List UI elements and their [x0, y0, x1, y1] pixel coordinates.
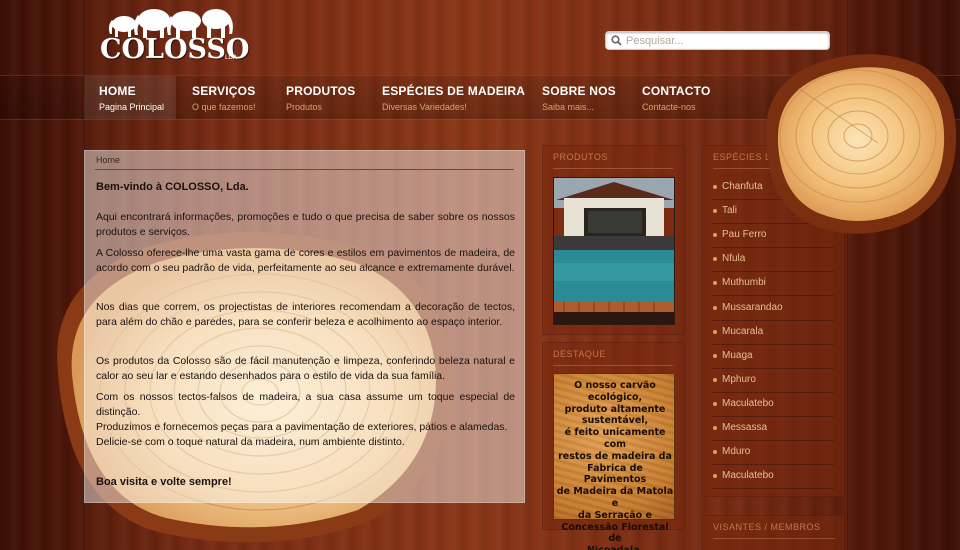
paragraph: Aqui encontrará informações, promoções e… — [96, 211, 515, 238]
species-label: Chanfuta — [722, 181, 763, 192]
species-list-item[interactable]: Mduro — [712, 441, 834, 466]
bullet-icon — [713, 474, 717, 479]
nav-subtitle: Saiba mais... — [542, 102, 595, 112]
bullet-icon — [713, 329, 717, 334]
bullet-icon — [713, 450, 717, 455]
search-icon — [611, 35, 622, 46]
species-label: Mussarandao — [722, 301, 783, 313]
paragraph: Produzimos e fornecemos peças para a pav… — [96, 421, 508, 433]
nav-subtitle: Contacte-nos — [642, 102, 696, 112]
species-label: Muaga — [722, 349, 753, 361]
species-list-item[interactable]: Muaga — [712, 345, 834, 369]
paragraph: Delicie-se com o toque natural da madeir… — [96, 436, 405, 448]
nav-item-contacto[interactable]: CONTACTO Contacte-nos — [628, 76, 720, 119]
paragraph: Com os nossos tectos-falsos de madeira, … — [96, 391, 515, 418]
highlight-banner[interactable]: O nosso carvão ecológico, produto altame… — [553, 373, 675, 550]
species-label: Mduro — [722, 446, 751, 458]
nav-title: PRODUTOS — [286, 84, 356, 98]
bullet-icon — [713, 281, 717, 286]
species-list-item[interactable]: Messassa — [712, 417, 834, 441]
highlight-text: O nosso carvão ecológico, produto altame… — [556, 380, 674, 550]
nav-subtitle: Diversas Variedades! — [382, 102, 467, 112]
species-list-item[interactable]: Maculatebo — [712, 393, 834, 417]
nav-title: SOBRE NOS — [542, 84, 616, 98]
species-list-item[interactable]: Nfula — [712, 248, 834, 273]
species-label: Mphuro — [722, 373, 756, 385]
nav-item-sobre[interactable]: SOBRE NOS Saiba mais... — [528, 76, 620, 119]
heading-divider — [553, 365, 673, 366]
bullet-icon — [713, 426, 717, 430]
species-label: Maculatebo — [722, 397, 774, 409]
species-label: Tali — [722, 205, 738, 217]
paragraph: Nos dias que correm, os projectistas de … — [96, 301, 515, 328]
visitors-box: VISANTES / MEMBROS — [702, 515, 845, 550]
breadcrumb[interactable]: Home — [96, 155, 120, 165]
pool-house-image — [554, 178, 674, 324]
nav-title: ESPÉCIES DE MADEIRA — [382, 84, 526, 98]
bullet-icon — [713, 257, 717, 262]
bullet-icon — [713, 305, 717, 310]
nav-item-servicos[interactable]: SERVIÇOS O que fazemos! — [178, 76, 270, 119]
species-label: Mucarala — [722, 325, 764, 337]
bullet-icon — [713, 185, 717, 189]
closing-line: Boa visita e volte sempre! — [96, 476, 232, 488]
species-label: Messassa — [722, 422, 768, 433]
bullet-icon — [713, 353, 717, 358]
nav-item-produtos[interactable]: PRODUTOS Produtos — [272, 76, 364, 119]
nav-subtitle: Pagina Principal — [99, 102, 165, 112]
heading-divider — [553, 168, 673, 169]
species-label: Maculatebo — [722, 470, 774, 482]
nav-item-home[interactable]: HOME Pagina Principal — [84, 76, 176, 119]
species-list-item[interactable]: Mussarandao — [712, 297, 834, 321]
bullet-icon — [713, 401, 717, 406]
nav-title: SERVIÇOS — [192, 84, 256, 98]
products-heading: PRODUTOS — [553, 152, 608, 162]
breadcrumb-divider — [95, 169, 514, 170]
product-image[interactable] — [553, 177, 675, 325]
heading-divider — [713, 538, 835, 539]
species-label: Muthumbi — [722, 277, 766, 289]
logo-suffix: LDA — [225, 54, 237, 61]
bullet-icon — [713, 209, 717, 214]
site-logo[interactable]: COLOSSO LDA — [100, 6, 249, 66]
paragraph: A Colosso oferece-lhe uma vasta gama de … — [96, 247, 515, 274]
bullet-icon — [713, 233, 717, 238]
bullet-icon — [713, 377, 717, 382]
welcome-heading: Bem-vindo à COLOSSO, Lda. — [96, 181, 249, 193]
search-input[interactable] — [626, 33, 826, 48]
nav-subtitle: Produtos — [286, 102, 323, 112]
nav-subtitle: O que fazemos! — [192, 102, 256, 112]
main-content-panel: Home Bem-vindo à COLOSSO, Lda. Aqui enco… — [84, 150, 525, 503]
paragraph: Os produtos da Colosso são de fácil manu… — [96, 355, 515, 382]
article-body: Bem-vindo à COLOSSO, Lda. Aqui encontrar… — [96, 180, 515, 490]
wood-slice-small-decoration — [765, 54, 957, 234]
nav-title: CONTACTO — [642, 84, 711, 98]
species-list-item[interactable]: Muthumbi — [712, 272, 834, 297]
species-list-item[interactable]: Maculatebo — [712, 465, 834, 490]
nav-title: HOME — [99, 84, 136, 98]
nav-item-especies[interactable]: ESPÉCIES DE MADEIRA Diversas Variedades! — [368, 76, 525, 119]
species-label: Nfula — [722, 253, 746, 265]
species-list-item[interactable]: Mphuro — [712, 369, 834, 393]
species-list-item[interactable]: Mucarala — [712, 321, 834, 345]
visitors-heading: VISANTES / MEMBROS — [713, 522, 821, 532]
highlight-heading: DESTAQUE — [553, 349, 606, 359]
